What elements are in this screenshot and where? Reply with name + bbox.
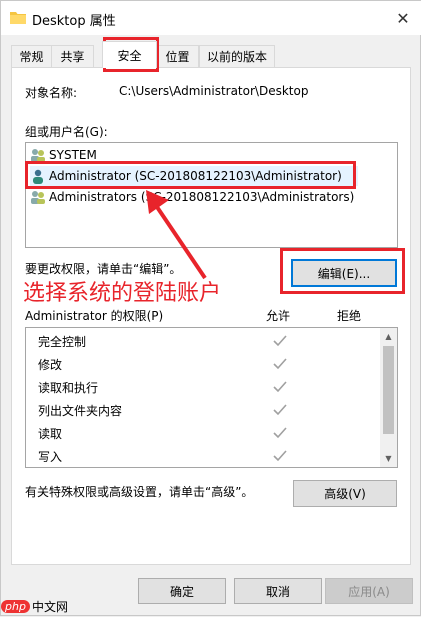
annotation-box-edit xyxy=(280,248,405,294)
permission-row: 完全控制 xyxy=(38,330,86,352)
permission-row: 修改 xyxy=(38,353,62,375)
object-name-value: C:\Users\Administrator\Desktop xyxy=(119,84,309,98)
window-title: Desktop 属性 xyxy=(32,14,116,29)
cancel-button[interactable]: 取消 xyxy=(234,578,322,604)
permission-label: 读取 xyxy=(38,426,63,441)
permissions-scrollbar[interactable]: ▲ ▼ xyxy=(380,328,397,467)
permission-row: 列出文件夹内容 xyxy=(38,399,122,421)
deny-column-header: 拒绝 xyxy=(337,309,362,323)
permission-label: 完全控制 xyxy=(38,334,87,349)
annotation-box-user xyxy=(25,161,356,189)
allow-check-icon xyxy=(273,404,287,416)
watermark-badge: php xyxy=(1,599,30,613)
allow-check-icon xyxy=(273,358,287,370)
close-button[interactable]: ✕ xyxy=(391,6,415,30)
group-users-label: 组或用户名(G): xyxy=(25,125,108,139)
scroll-up-icon[interactable]: ▲ xyxy=(380,328,397,345)
annotation-text: 选择系统的登陆账户 xyxy=(23,281,222,306)
title-bar: Desktop 属性 ✕ xyxy=(1,1,421,35)
watermark: php 中文网 xyxy=(1,595,91,617)
properties-window: Desktop 属性 ✕ 常规 共享 安全 位置 以前的版本 对象名称: C:\… xyxy=(0,0,421,616)
tab-location[interactable]: 位置 xyxy=(156,45,199,67)
annotation-arrow-icon xyxy=(146,190,207,280)
tab-sharing[interactable]: 共享 xyxy=(51,45,94,67)
allow-column-header: 允许 xyxy=(266,309,291,323)
folder-icon xyxy=(10,11,26,24)
permission-row: 读取 xyxy=(38,422,62,444)
tab-previous-versions[interactable]: 以前的版本 xyxy=(199,45,275,67)
allow-check-icon xyxy=(273,335,287,347)
advanced-button[interactable]: 高级(V) xyxy=(293,480,397,507)
allow-check-icon xyxy=(273,427,287,439)
tab-security[interactable]: 安全 xyxy=(102,41,157,68)
permissions-list: 完全控制 修改 读取和执行 列出文件夹内容 读取 写入 ▲ ▼ xyxy=(25,327,398,468)
object-name-label: 对象名称: xyxy=(25,86,78,100)
watermark-text: 中文网 xyxy=(31,599,68,614)
apply-button[interactable]: 应用(A) xyxy=(325,578,413,604)
permission-row: 读取和执行 xyxy=(38,376,98,398)
user-group-icon xyxy=(30,189,46,205)
permission-label: 读取和执行 xyxy=(38,380,99,395)
permission-row: 写入 xyxy=(38,445,62,467)
allow-check-icon xyxy=(273,450,287,462)
advanced-hint: 有关特殊权限或高级设置，请单击“高级”。 xyxy=(25,485,254,499)
permission-label: 列出文件夹内容 xyxy=(38,403,123,418)
scroll-down-icon[interactable]: ▼ xyxy=(380,450,397,467)
permissions-header-label: Administrator 的权限(P) xyxy=(25,309,164,323)
ok-button[interactable]: 确定 xyxy=(138,578,226,604)
tab-general[interactable]: 常规 xyxy=(11,45,52,67)
permission-label: 修改 xyxy=(38,357,63,372)
scroll-thumb[interactable] xyxy=(383,346,394,434)
permission-label: 写入 xyxy=(38,449,63,464)
list-item-label: SYSTEM xyxy=(49,148,97,162)
allow-check-icon xyxy=(273,381,287,393)
